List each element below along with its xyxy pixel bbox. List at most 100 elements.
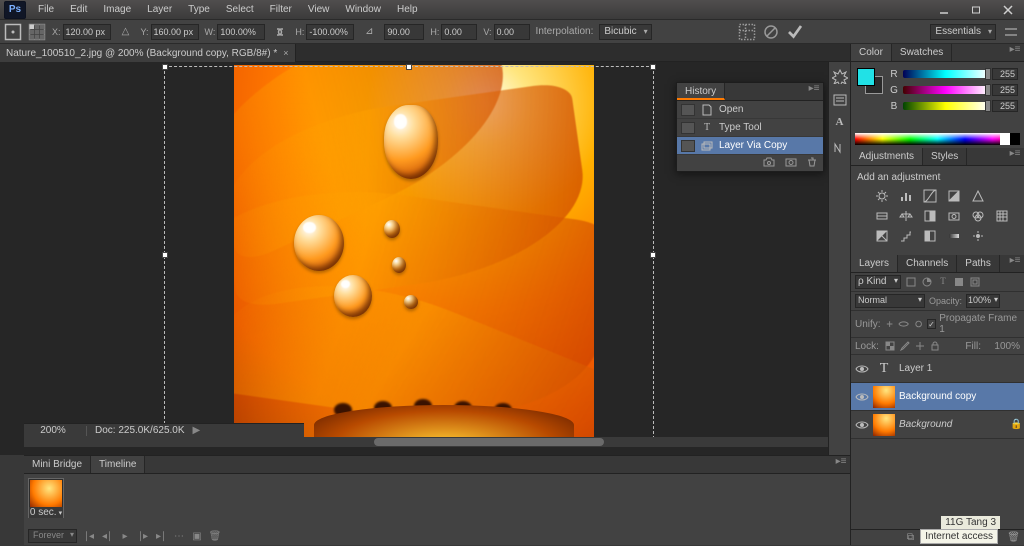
tab-color[interactable]: Color — [851, 44, 892, 61]
h-input[interactable] — [306, 24, 354, 40]
tween-icon[interactable]: ⋯ — [173, 530, 185, 542]
layer-kind-select[interactable]: ρ Kind — [855, 275, 901, 289]
close-tab-icon[interactable]: × — [283, 48, 288, 58]
horizontal-scrollbar[interactable] — [24, 437, 850, 447]
menu-select[interactable]: Select — [218, 0, 262, 20]
warp-mode-icon[interactable] — [738, 24, 756, 40]
lock-transparent-icon[interactable] — [884, 340, 896, 352]
play-icon[interactable]: ▸ — [119, 530, 131, 542]
next-frame-icon[interactable]: ∣▸ — [137, 530, 149, 542]
delete-frame-icon[interactable]: 🗑 — [209, 530, 221, 542]
gradient-map-icon[interactable] — [947, 229, 961, 243]
dock-icon[interactable]: A — [832, 116, 848, 132]
r-value[interactable]: 255 — [992, 68, 1018, 80]
menu-help[interactable]: Help — [389, 0, 426, 20]
lock-position-icon[interactable] — [914, 340, 926, 352]
b-value[interactable]: 255 — [992, 100, 1018, 112]
unify-style-icon[interactable] — [913, 318, 924, 330]
history-snapshot-icon[interactable] — [763, 157, 775, 170]
commit-transform-icon[interactable] — [786, 24, 804, 40]
search-icon[interactable] — [1002, 24, 1020, 40]
blend-mode-select[interactable]: Normal — [855, 294, 925, 308]
tab-timeline[interactable]: Timeline — [91, 456, 145, 473]
transform-handle[interactable] — [162, 252, 168, 258]
x-input[interactable] — [63, 24, 111, 40]
zoom-value[interactable]: 200% — [28, 425, 78, 436]
link-icon[interactable] — [271, 24, 289, 40]
balance-icon[interactable] — [899, 209, 913, 223]
transform-handle[interactable] — [406, 64, 412, 70]
first-frame-icon[interactable]: ∣◂ — [83, 530, 95, 542]
close-button[interactable] — [992, 1, 1024, 19]
y-input[interactable] — [151, 24, 199, 40]
menu-file[interactable]: File — [30, 0, 62, 20]
mixer-icon[interactable] — [971, 209, 985, 223]
panel-menu-icon[interactable]: ▸≡ — [1006, 44, 1024, 61]
tab-history[interactable]: History — [677, 83, 725, 100]
tab-mini-bridge[interactable]: Mini Bridge — [24, 456, 91, 473]
tab-styles[interactable]: Styles — [923, 148, 967, 165]
tab-paths[interactable]: Paths — [957, 255, 1000, 272]
tab-adjustments[interactable]: Adjustments — [851, 148, 923, 165]
dock-icon[interactable] — [832, 68, 848, 84]
panel-menu-icon[interactable]: ▸≡ — [832, 456, 850, 473]
color-ramp[interactable] — [855, 133, 1020, 145]
transform-handle[interactable] — [162, 64, 168, 70]
photo-filter-icon[interactable] — [947, 209, 961, 223]
lock-all-icon[interactable] — [929, 340, 941, 352]
unify-position-icon[interactable] — [884, 318, 895, 330]
new-frame-icon[interactable]: ▣ — [191, 530, 203, 542]
transform-bounds[interactable] — [164, 66, 654, 437]
g-slider[interactable] — [903, 86, 988, 94]
threshold-icon[interactable] — [923, 229, 937, 243]
invert-icon[interactable] — [875, 229, 889, 243]
curves-icon[interactable] — [923, 189, 937, 203]
prev-frame-icon[interactable]: ◂∣ — [101, 530, 113, 542]
skew-h-input[interactable] — [441, 24, 477, 40]
visibility-icon[interactable] — [855, 362, 869, 376]
history-panel[interactable]: History ▸≡ OpenTType ToolLayer Via Copy — [676, 82, 824, 172]
filter-smart-icon[interactable] — [969, 276, 981, 288]
vibrance-icon[interactable] — [971, 189, 985, 203]
panel-menu-icon[interactable]: ▸≡ — [1006, 148, 1024, 165]
filter-adjust-icon[interactable] — [921, 276, 933, 288]
g-value[interactable]: 255 — [992, 84, 1018, 96]
document-tab[interactable]: Nature_100510_2.jpg @ 200% (Background c… — [0, 44, 296, 62]
status-menu-icon[interactable]: ▶ — [193, 425, 201, 436]
unify-visibility-icon[interactable] — [898, 318, 909, 330]
layer-row[interactable]: TLayer 1 — [851, 355, 1024, 383]
menu-window[interactable]: Window — [337, 0, 389, 20]
menu-layer[interactable]: Layer — [139, 0, 180, 20]
brightness-icon[interactable] — [875, 189, 889, 203]
history-item[interactable]: Layer Via Copy — [677, 137, 823, 155]
delete-layer-icon[interactable]: 🗑 — [1007, 532, 1020, 543]
dock-icon[interactable] — [832, 140, 848, 156]
history-item[interactable]: TType Tool — [677, 119, 823, 137]
filter-type-icon[interactable]: T — [937, 276, 949, 288]
history-camera-icon[interactable] — [785, 157, 797, 170]
selective-color-icon[interactable] — [971, 229, 985, 243]
link-layers-icon[interactable]: ⧉ — [907, 532, 914, 543]
transform-handle[interactable] — [650, 64, 656, 70]
color-swatch[interactable] — [857, 68, 883, 94]
b-slider[interactable] — [903, 102, 988, 110]
propagate-checkbox[interactable]: ✓ — [927, 319, 937, 329]
visibility-icon[interactable] — [855, 418, 869, 432]
loop-select[interactable]: Forever — [28, 529, 77, 543]
menu-image[interactable]: Image — [95, 0, 139, 20]
cancel-transform-icon[interactable] — [762, 24, 780, 40]
panel-menu-icon[interactable]: ▸≡ — [1006, 255, 1024, 272]
transform-tool-icon[interactable] — [4, 24, 22, 40]
filter-pixel-icon[interactable] — [905, 276, 917, 288]
interpolation-select[interactable]: Bicubic — [599, 24, 651, 40]
delta-icon[interactable]: △ — [117, 24, 135, 40]
reference-point-icon[interactable] — [28, 24, 46, 40]
w-input[interactable] — [217, 24, 265, 40]
tab-layers[interactable]: Layers — [851, 255, 898, 272]
fill-input[interactable]: 100% — [994, 341, 1020, 352]
filter-shape-icon[interactable] — [953, 276, 965, 288]
dock-icon[interactable] — [832, 92, 848, 108]
history-item[interactable]: Open — [677, 101, 823, 119]
levels-icon[interactable] — [899, 189, 913, 203]
menu-edit[interactable]: Edit — [62, 0, 95, 20]
